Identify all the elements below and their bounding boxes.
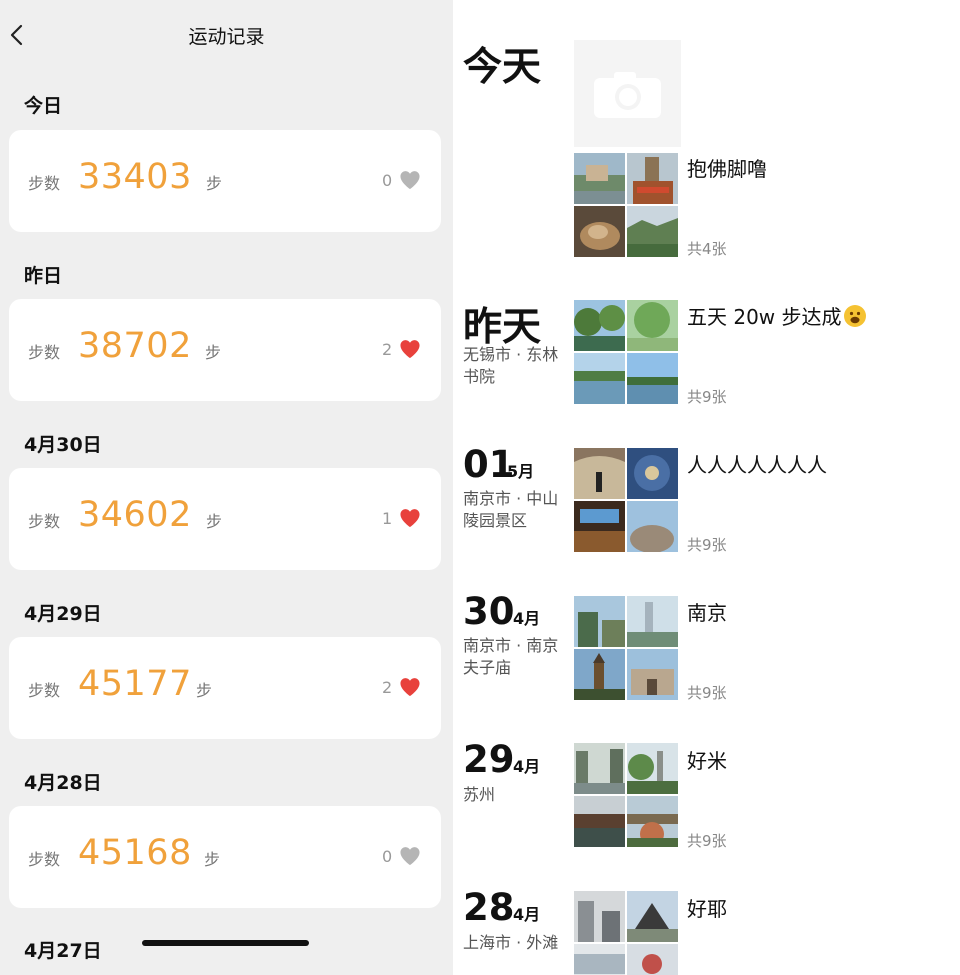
heart-icon[interactable] <box>399 170 421 190</box>
post-location: 无锡市 · 东林书院 <box>463 345 559 386</box>
day-heading: 4月30日 <box>24 434 102 456</box>
post-caption: 南京 <box>687 601 727 625</box>
step-card[interactable]: 步数 34602 步 1 <box>9 468 441 570</box>
photo-thumbnail[interactable] <box>574 596 625 647</box>
heart-icon[interactable] <box>399 508 421 528</box>
day-heading: 4月29日 <box>24 603 102 625</box>
home-indicator[interactable] <box>142 940 309 946</box>
post-date-month: 4月 <box>513 757 541 776</box>
steps-label: 步数 <box>28 174 61 193</box>
photo-count: 共4张 <box>687 240 727 258</box>
steps-unit: 步 <box>205 343 222 362</box>
photo-thumbnail[interactable] <box>627 153 678 204</box>
steps-unit: 步 <box>206 174 223 193</box>
steps-unit: 步 <box>204 850 221 869</box>
post-caption: 五天 20w 步达成 <box>687 301 866 330</box>
steps-label: 步数 <box>28 343 61 362</box>
photo-thumbnail[interactable] <box>627 206 678 257</box>
step-records-panel: 运动记录 今日 步数 33403 步 0 昨日 步数 38702 步 2 4月3… <box>0 0 453 975</box>
like-count: 0 <box>382 171 393 190</box>
photo-thumbnail[interactable] <box>574 501 625 552</box>
step-card[interactable]: 步数 38702 步 2 <box>9 299 441 401</box>
photo-thumbnail[interactable] <box>627 501 678 552</box>
photo-thumbnail[interactable] <box>574 743 625 794</box>
photo-thumbnail[interactable] <box>574 206 625 257</box>
photo-thumbnail[interactable] <box>627 743 678 794</box>
post-caption: 抱佛脚噜 <box>687 157 767 181</box>
like-count: 2 <box>382 340 393 359</box>
steps-value: 34602 <box>78 495 192 535</box>
camera-icon <box>594 72 661 118</box>
photo-count: 共9张 <box>687 536 727 554</box>
photo-count: 共9张 <box>687 684 727 702</box>
post-caption: 好耶 <box>687 897 727 921</box>
steps-label: 步数 <box>28 681 61 700</box>
heart-icon[interactable] <box>399 339 421 359</box>
photo-count: 共9张 <box>687 832 727 850</box>
photo-thumbnail[interactable] <box>627 649 678 700</box>
photo-thumbnail[interactable] <box>574 649 625 700</box>
steps-value: 45177 <box>78 664 192 704</box>
heart-icon[interactable] <box>399 677 421 697</box>
post-location: 苏州 <box>463 785 496 804</box>
post-caption: 好米 <box>687 749 727 773</box>
photo-count: 共9张 <box>687 388 727 406</box>
step-card[interactable]: 步数 45168 步 0 <box>9 806 441 908</box>
steps-unit: 步 <box>206 512 223 531</box>
photo-thumbnail[interactable] <box>574 448 625 499</box>
steps-label: 步数 <box>28 850 61 869</box>
post-location: 南京市 · 中山陵园景区 <box>463 489 559 530</box>
photo-thumbnail[interactable] <box>574 300 625 351</box>
post-date-day: 28 <box>463 886 515 929</box>
steps-value: 33403 <box>78 157 192 197</box>
photo-thumbnail[interactable] <box>574 891 625 942</box>
photo-thumbnail[interactable] <box>627 944 678 975</box>
heart-icon[interactable] <box>399 846 421 866</box>
day-heading: 今日 <box>24 95 63 117</box>
like-count: 1 <box>382 509 393 528</box>
steps-label: 步数 <box>28 512 61 531</box>
post-location: 上海市 · 外滩 <box>463 933 559 952</box>
post-day-label: 今天 <box>463 45 542 90</box>
grinning-emoji-icon <box>843 305 866 327</box>
photo-thumbnail[interactable] <box>574 944 625 975</box>
photo-thumbnail[interactable] <box>627 448 678 499</box>
photo-thumbnail[interactable] <box>574 796 625 847</box>
photo-thumbnail[interactable] <box>574 353 625 404</box>
post-caption: 人人人人人人人 <box>687 453 827 477</box>
page-title: 运动记录 <box>188 26 265 48</box>
like-count: 0 <box>382 847 393 866</box>
steps-value: 38702 <box>78 326 192 366</box>
photo-thumbnail[interactable] <box>627 300 678 351</box>
day-heading: 4月27日 <box>24 940 102 962</box>
day-heading: 昨日 <box>24 265 63 287</box>
steps-unit: 步 <box>196 681 213 700</box>
post-date-month: 5月 <box>507 462 535 481</box>
photo-thumbnail[interactable] <box>627 353 678 404</box>
caption-text: 五天 20w 步达成 <box>687 305 842 329</box>
steps-value: 45168 <box>78 833 192 873</box>
step-card[interactable]: 步数 33403 步 0 <box>9 130 441 232</box>
post-date-day: 30 <box>463 590 515 633</box>
moments-timeline: 今天 抱佛脚噜 共4张 昨天 无锡市 · 东林书院 五天 20w 步达成 共9张… <box>453 0 960 975</box>
like-count: 2 <box>382 678 393 697</box>
step-card[interactable]: 步数 45177 步 2 <box>9 637 441 739</box>
post-date-month: 4月 <box>513 905 541 924</box>
post-location: 南京市 · 南京夫子庙 <box>463 636 559 677</box>
post-date-day: 29 <box>463 738 515 781</box>
photo-thumbnail[interactable] <box>574 153 625 204</box>
photo-thumbnail[interactable] <box>627 596 678 647</box>
add-photo-button[interactable] <box>574 40 681 147</box>
photo-thumbnail[interactable] <box>627 796 678 847</box>
photo-thumbnail[interactable] <box>627 891 678 942</box>
day-heading: 4月28日 <box>24 772 102 794</box>
post-date-month: 4月 <box>513 609 541 628</box>
